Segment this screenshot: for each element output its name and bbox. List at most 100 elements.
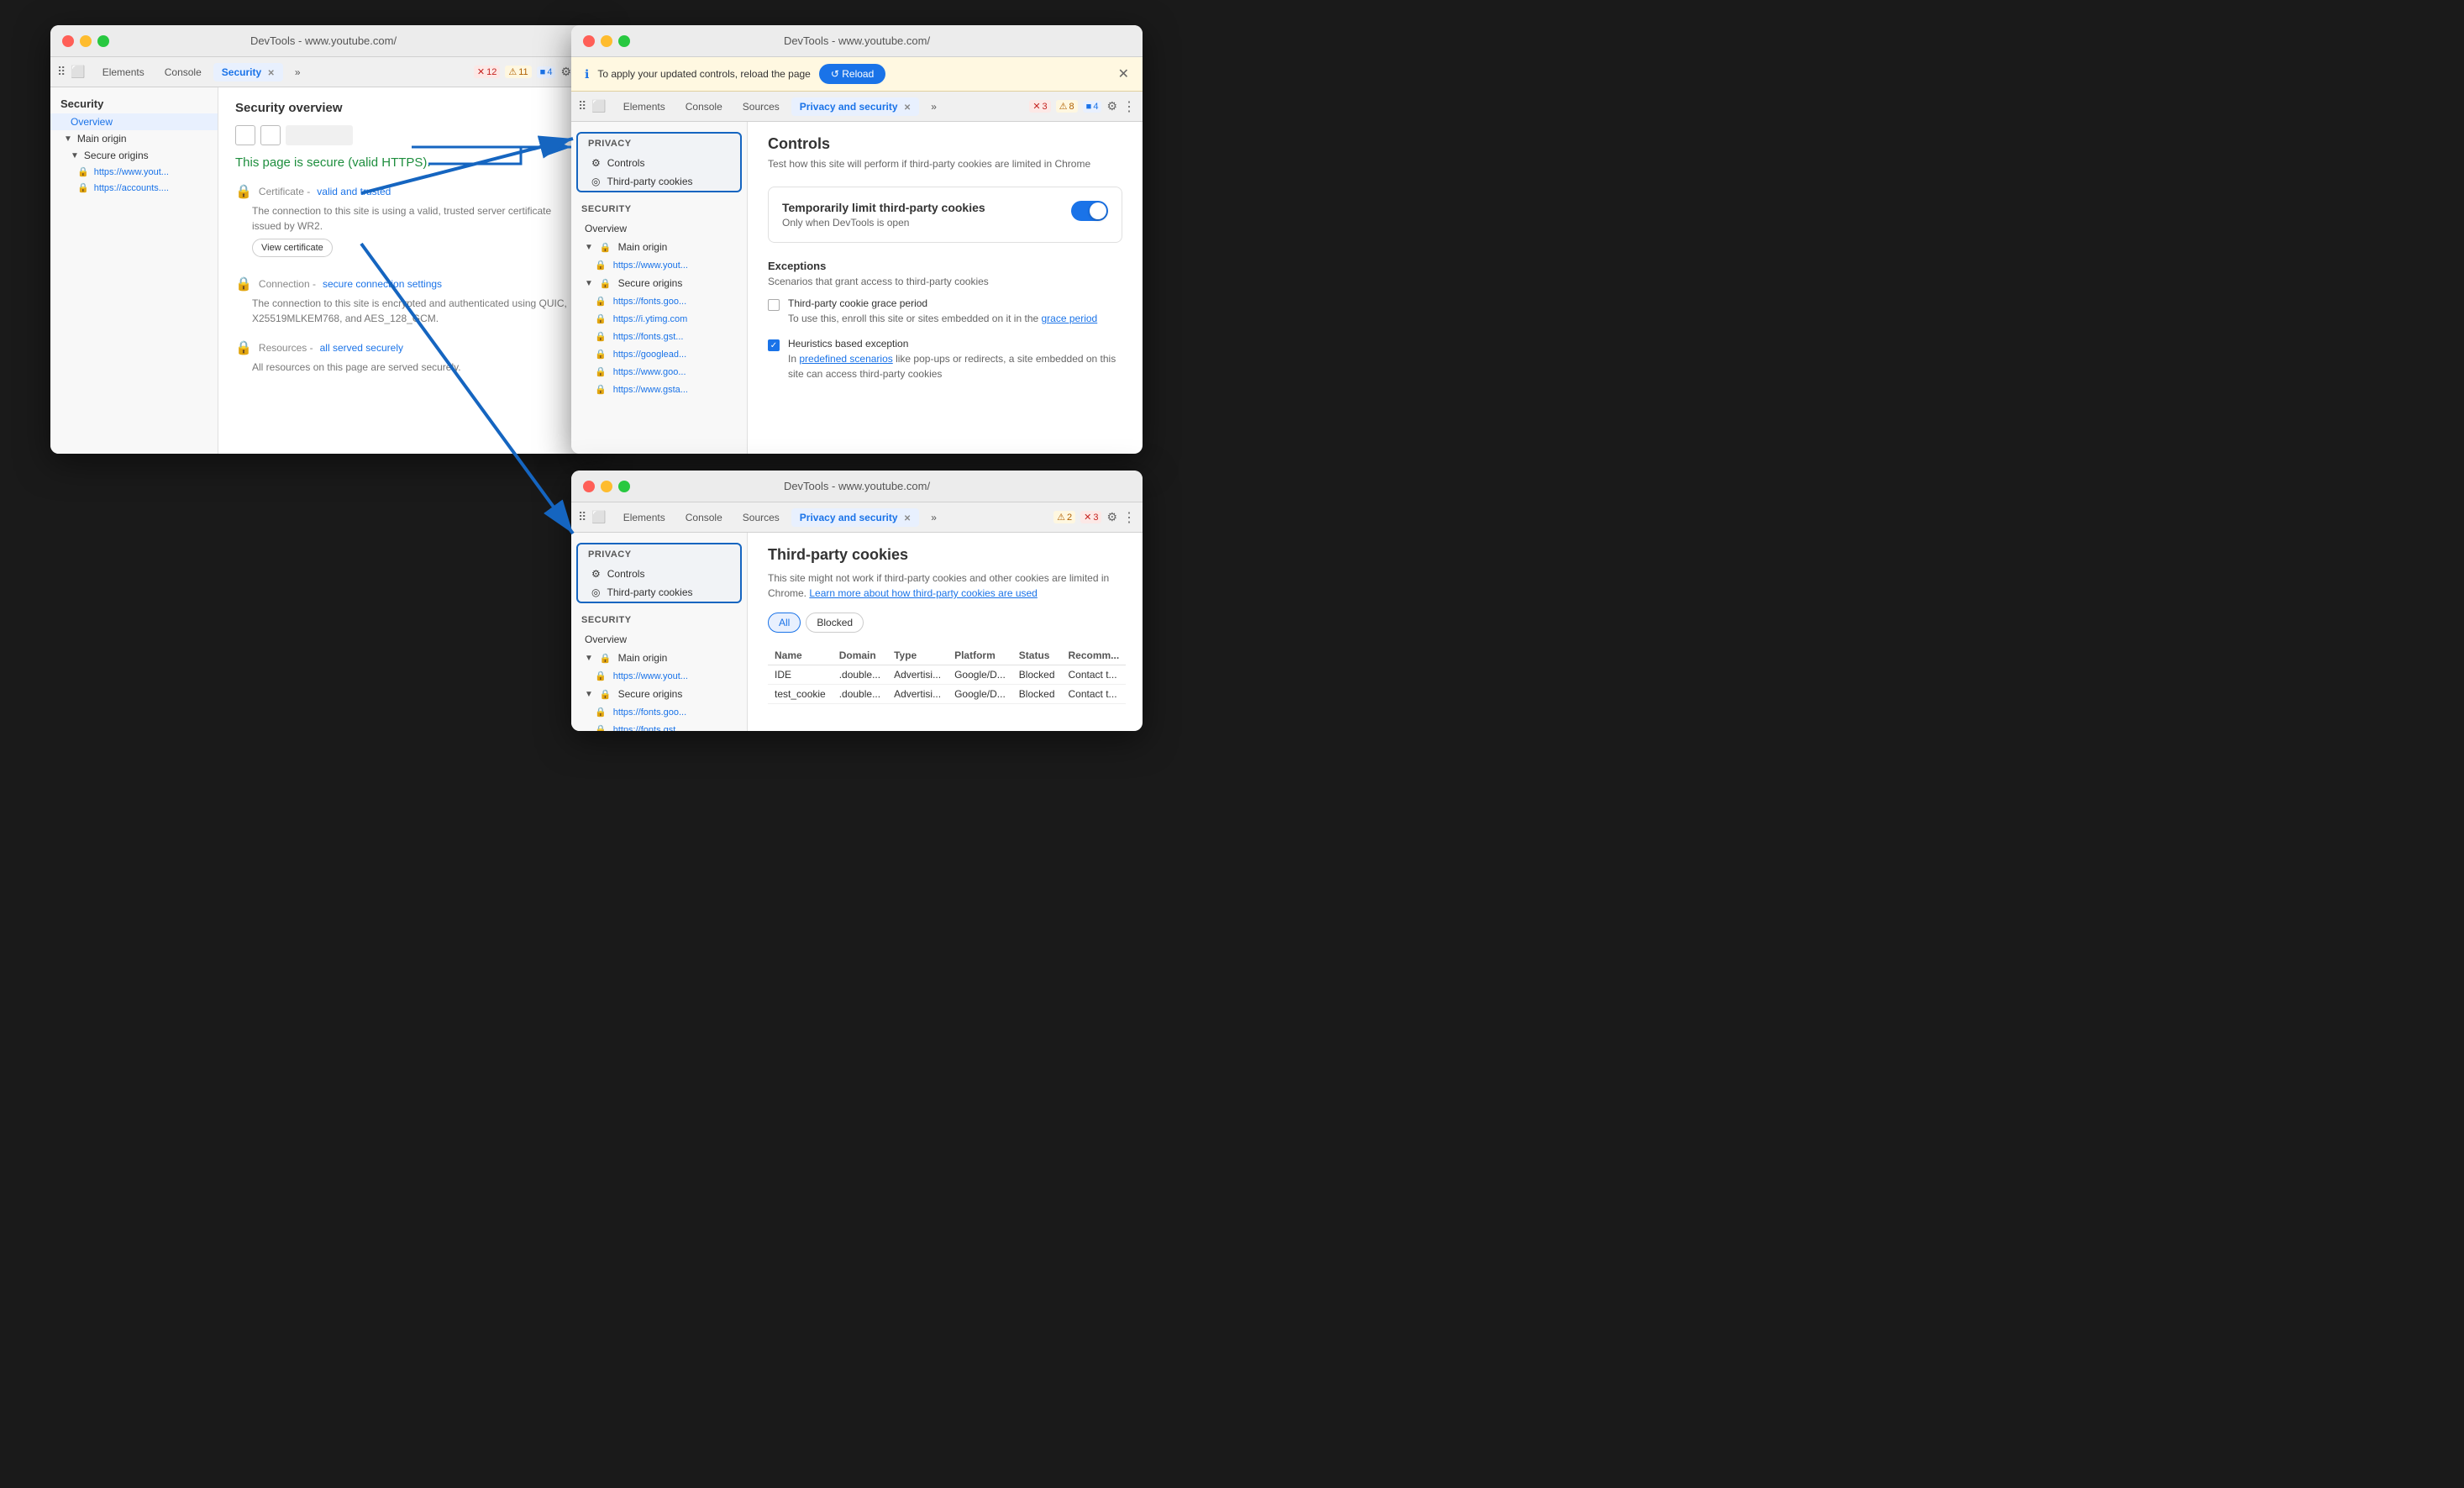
tab-security[interactable]: Security ✕ — [213, 63, 283, 81]
privacy-item-tpc[interactable]: ◎ Third-party cookies — [578, 172, 740, 191]
tab-close-icon[interactable]: ✕ — [267, 69, 274, 78]
privacy-item-controls[interactable]: ⚙ Controls — [578, 565, 740, 583]
security-item-main-origin[interactable]: ▼ 🔒 Main origin — [571, 238, 747, 256]
security-item-main-origin[interactable]: ▼ 🔒 Main origin — [571, 649, 747, 667]
settings-icon[interactable]: ⚙ — [560, 65, 571, 79]
security-item-youtube[interactable]: 🔒 https://www.yout... — [571, 667, 747, 685]
top-right-window: DevTools - www.youtube.com/ ℹ To apply y… — [571, 25, 1143, 454]
cell-status: Blocked — [1012, 665, 1062, 685]
devtools-icons: ✕ 3 ⚠ 8 ■ 4 ⚙ ⋮ — [1029, 98, 1136, 115]
tab-elements[interactable]: Elements — [615, 508, 674, 527]
notification-text: To apply your updated controls, reload t… — [597, 68, 811, 80]
sidebar-item-youtube[interactable]: 🔒 https://www.yout... — [50, 164, 218, 180]
filter-blocked[interactable]: Blocked — [806, 613, 864, 633]
security-item-fonts-goo[interactable]: 🔒 https://fonts.goo... — [571, 292, 747, 310]
controls-title: Controls — [768, 135, 1122, 153]
tab-more[interactable]: » — [922, 97, 945, 116]
grace-period-link[interactable]: grace period — [1042, 313, 1098, 324]
sidebar-item-main-origin[interactable]: ▼ Main origin — [50, 130, 218, 147]
security-item-fonts-gst[interactable]: 🔒 https://fonts.gst... — [571, 721, 747, 731]
tab-more[interactable]: » — [922, 508, 945, 527]
traffic-lights — [583, 481, 630, 492]
tab-elements[interactable]: Elements — [615, 97, 674, 116]
close-button[interactable] — [62, 35, 74, 47]
warning-badge: ⚠ 8 — [1056, 100, 1078, 113]
minimize-button[interactable] — [80, 35, 92, 47]
exception-heuristics: ✓ Heuristics based exception In predefin… — [768, 338, 1122, 381]
close-button[interactable] — [583, 481, 595, 492]
maximize-button[interactable] — [618, 35, 630, 47]
cookie-table: Name Domain Type Platform Status Recomm.… — [768, 646, 1126, 704]
security-item-overview[interactable]: Overview — [571, 630, 747, 649]
predefined-scenarios-link[interactable]: predefined scenarios — [799, 353, 892, 365]
lock-icon: 🔒 — [595, 384, 607, 395]
tab-privacy-security[interactable]: Privacy and security ✕ — [791, 508, 919, 527]
tab-console[interactable]: Console — [677, 97, 731, 116]
view-certificate-button[interactable]: View certificate — [252, 239, 333, 257]
res-status[interactable]: all served securely — [320, 342, 403, 354]
tab-console[interactable]: Console — [156, 63, 210, 81]
security-item-secure-origins[interactable]: ▼ 🔒 Secure origins — [571, 274, 747, 292]
exception-checkbox-grace[interactable] — [768, 299, 780, 311]
privacy-item-controls[interactable]: ⚙ Controls — [578, 154, 740, 172]
maximize-button[interactable] — [618, 481, 630, 492]
sidebar-item-overview[interactable]: Overview — [50, 113, 218, 130]
security-item-fonts-gst[interactable]: 🔒 https://fonts.gst... — [571, 328, 747, 345]
cell-status: Blocked — [1012, 685, 1062, 704]
security-header: Security — [571, 610, 747, 630]
tab-privacy-security[interactable]: Privacy and security ✕ — [791, 97, 919, 116]
resources-detail: 🔒 Resources - all served securely All re… — [235, 339, 580, 375]
tpc-learn-more-link[interactable]: Learn more about how third-party cookies… — [809, 587, 1037, 599]
tab-close-icon[interactable]: ✕ — [904, 514, 911, 523]
conn-status[interactable]: secure connection settings — [323, 278, 442, 290]
minimize-button[interactable] — [601, 481, 612, 492]
lock-icon: 🔒 — [595, 670, 607, 681]
left-main-content: Security overview This page is secure (v… — [218, 87, 596, 454]
tab-sources[interactable]: Sources — [734, 508, 788, 527]
tab-close-icon[interactable]: ✕ — [904, 103, 911, 113]
tab-sources[interactable]: Sources — [734, 97, 788, 116]
cookie-row-1[interactable]: IDE .double... Advertisi... Google/D... … — [768, 665, 1126, 685]
reload-button[interactable]: ↺ Reload — [819, 64, 885, 84]
tab-elements[interactable]: Elements — [94, 63, 153, 81]
lock-icon: 🔒 — [595, 707, 607, 718]
more-options-icon[interactable]: ⋮ — [1122, 98, 1136, 115]
security-item-secure-origins[interactable]: ▼ 🔒 Secure origins — [571, 685, 747, 703]
settings-icon[interactable]: ⚙ — [1106, 99, 1117, 113]
left-window-titlebar: DevTools - www.youtube.com/ — [50, 25, 596, 57]
exception-grace-period: Third-party cookie grace period To use t… — [768, 297, 1122, 326]
sidebar-item-accounts[interactable]: 🔒 https://accounts.... — [50, 180, 218, 196]
security-item-googlead[interactable]: 🔒 https://googlead... — [571, 345, 747, 363]
tpc-subtitle: This site might not work if third-party … — [768, 570, 1122, 601]
security-item-goo[interactable]: 🔒 https://www.goo... — [571, 363, 747, 381]
security-item-ytimg[interactable]: 🔒 https://i.ytimg.com — [571, 310, 747, 328]
maximize-button[interactable] — [97, 35, 109, 47]
conn-label: Connection - — [259, 278, 316, 290]
privacy-section-highlighted: Privacy ⚙ Controls ◎ Third-party cookies — [576, 543, 742, 603]
cell-name: IDE — [768, 665, 833, 685]
exceptions-sub: Scenarios that grant access to third-par… — [768, 276, 1122, 287]
filter-all[interactable]: All — [768, 613, 801, 633]
tab-console[interactable]: Console — [677, 508, 731, 527]
cookie-limit-toggle[interactable] — [1071, 201, 1108, 221]
security-item-fonts-goo[interactable]: 🔒 https://fonts.goo... — [571, 703, 747, 721]
lock-icon: 🔒 — [595, 313, 607, 324]
col-platform: Platform — [948, 646, 1012, 665]
security-item-gsta[interactable]: 🔒 https://www.gsta... — [571, 381, 747, 398]
security-item-youtube[interactable]: 🔒 https://www.yout... — [571, 256, 747, 274]
cookie-row-2[interactable]: test_cookie .double... Advertisi... Goog… — [768, 685, 1126, 704]
res-text: All resources on this page are served se… — [252, 360, 580, 375]
triangle-icon: ▼ — [71, 151, 79, 160]
close-button[interactable] — [583, 35, 595, 47]
exception-checkbox-heuristics[interactable]: ✓ — [768, 339, 780, 351]
more-options-icon[interactable]: ⋮ — [1122, 509, 1136, 526]
privacy-item-tpc[interactable]: ◎ Third-party cookies — [578, 583, 740, 602]
settings-icon[interactable]: ⚙ — [1106, 510, 1117, 524]
notification-close-icon[interactable]: ✕ — [1118, 66, 1129, 82]
tab-more[interactable]: » — [286, 63, 309, 81]
minimize-button[interactable] — [601, 35, 612, 47]
cert-status[interactable]: valid and trusted — [317, 186, 391, 197]
security-item-overview[interactable]: Overview — [571, 219, 747, 238]
sidebar-item-secure-origins[interactable]: ▼ Secure origins — [50, 147, 218, 164]
error-badge: ✕ 3 — [1029, 100, 1050, 113]
